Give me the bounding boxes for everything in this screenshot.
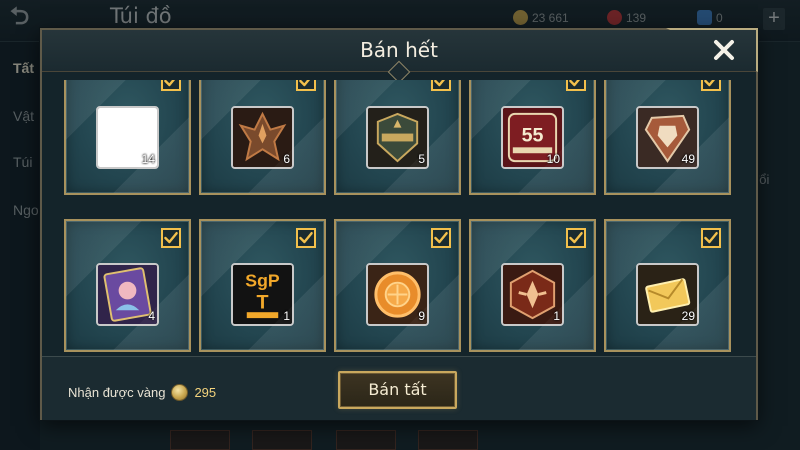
checkmark-icon (434, 232, 448, 244)
item-checkbox[interactable] (431, 80, 451, 91)
reward-label: Nhận được vàng (68, 385, 166, 400)
checkmark-icon (299, 80, 311, 87)
item-slot[interactable]: 6 (199, 80, 326, 195)
item-quantity: 1 (553, 309, 560, 323)
item-slot[interactable]: 9 (334, 219, 461, 352)
close-icon (714, 40, 734, 60)
blank-item-icon: 14 (96, 106, 159, 169)
item-checkbox[interactable] (701, 228, 721, 248)
item-slot[interactable]: 4 (64, 219, 191, 352)
checkmark-icon (704, 80, 716, 87)
item-slot[interactable]: 55 10 (469, 80, 596, 195)
item-quantity: 14 (141, 152, 155, 166)
svg-text:55: 55 (522, 124, 544, 146)
dialog-title: Bán hết (360, 38, 438, 62)
item-quantity: 1 (283, 309, 290, 323)
checkmark-icon (164, 232, 178, 244)
checkmark-icon (164, 80, 176, 87)
dialog-footer: Nhận được vàng 295 Bán tất (42, 356, 756, 420)
sell-all-dialog: Bán hết 14 6 5 55 10 49 4 SgP T 1 9 1 29 Nhận được v… (40, 28, 758, 420)
gold-coin-icon (171, 384, 189, 401)
item-checkbox[interactable] (566, 80, 586, 91)
item-quantity: 49 (681, 152, 695, 166)
checkmark-icon (299, 232, 313, 244)
dialog-header: Bán hết (42, 28, 758, 84)
checkmark-icon (569, 80, 581, 87)
checkmark-icon (434, 80, 446, 87)
item-checkbox[interactable] (161, 228, 181, 248)
sell-all-button[interactable]: Bán tất (338, 371, 457, 409)
dark-crest-icon: 6 (231, 106, 294, 169)
item-slot[interactable]: 14 (64, 80, 191, 195)
item-checkbox[interactable] (161, 80, 181, 91)
gold-reward: Nhận được vàng 295 (68, 384, 216, 401)
item-quantity: 29 (681, 309, 695, 323)
item-quantity: 10 (546, 152, 560, 166)
svg-text:SgP: SgP (245, 271, 280, 291)
item-slot[interactable]: 49 (604, 80, 731, 195)
armor-shard-icon: 49 (636, 106, 699, 169)
item-grid: 14 6 5 55 10 49 4 SgP T 1 9 1 29 (64, 80, 731, 352)
item-checkbox[interactable] (701, 80, 721, 91)
item-quantity: 4 (148, 309, 155, 323)
envelope-icon: 29 (636, 263, 699, 326)
item-checkbox[interactable] (431, 228, 451, 248)
rank-emblem-icon: 1 (501, 263, 564, 326)
mooncake-icon: 9 (366, 263, 429, 326)
hero-card-icon: 4 (96, 263, 159, 326)
item-slot[interactable]: SgP T 1 (199, 219, 326, 352)
item-quantity: 9 (418, 309, 425, 323)
checkmark-icon (569, 232, 583, 244)
item-slot[interactable]: 29 (604, 219, 731, 352)
close-button[interactable] (704, 32, 744, 68)
reward-value: 295 (194, 385, 217, 400)
item-slot[interactable]: 5 (334, 80, 461, 195)
checkmark-icon (704, 232, 718, 244)
item-quantity: 6 (283, 152, 290, 166)
danh-vong-badge-icon: 5 (366, 106, 429, 169)
item-checkbox[interactable] (296, 80, 316, 91)
item-grid-viewport[interactable]: 14 6 5 55 10 49 4 SgP T 1 9 1 29 (64, 80, 744, 352)
item-slot[interactable]: 1 (469, 219, 596, 352)
sgp-sticker-icon: SgP T 1 (231, 263, 294, 326)
svg-text:T: T (256, 291, 268, 313)
item-checkbox[interactable] (566, 228, 586, 248)
item-quantity: 5 (418, 152, 425, 166)
give-me-five-icon: 55 10 (501, 106, 564, 169)
item-checkbox[interactable] (296, 228, 316, 248)
